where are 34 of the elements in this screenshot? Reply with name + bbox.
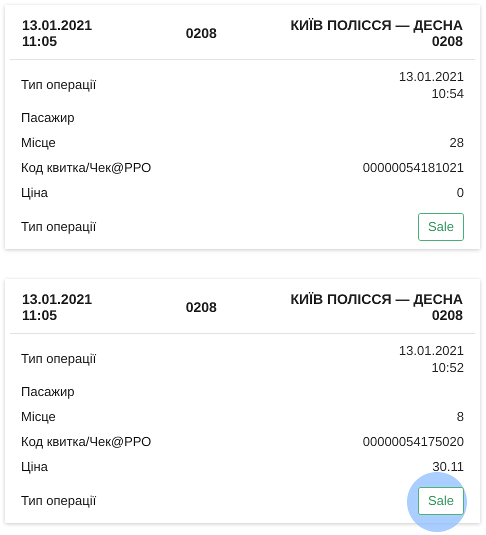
field-label: Пасажир [21,382,74,401]
field-value: 13.01.2021 [398,68,464,85]
ticket-code: 0208 [186,299,217,315]
route-code: 0208 [432,33,463,49]
field-label: Тип операції [21,350,96,368]
field-label: Тип операції [21,76,96,94]
ticket-time: 11:05 [22,307,58,323]
ticket-date: 13.01.2021 [22,291,92,307]
field-value: 00000054181021 [362,159,464,176]
ticket-date: 13.01.2021 [22,17,92,33]
field-value: 00000054175020 [362,433,464,450]
field-value: 30.11 [432,458,464,475]
ticket-time: 11:05 [22,33,58,49]
field-label: Код квитка/Чек@РРО [21,158,152,177]
field-value: 13.01.2021 [398,342,464,359]
field-label: Тип операції [21,492,96,510]
sale-button[interactable]: Sale [418,213,464,241]
field-label: Місце [21,134,56,152]
field-value: 8 [456,408,464,425]
field-value: 0 [456,184,464,201]
route-name: КИЇВ ПОЛІССЯ — ДЕСНА [290,291,463,307]
field-value: 10:54 [431,85,464,102]
route-name: КИЇВ ПОЛІССЯ — ДЕСНА [290,17,463,33]
field-label: Ціна [21,184,48,202]
sale-button[interactable]: Sale [418,487,464,515]
field-label: Місце [21,408,56,426]
field-label: Пасажир [21,108,74,127]
field-value: 28 [450,134,464,151]
route-code: 0208 [432,307,463,323]
field-value: 10:52 [431,359,464,376]
field-label: Ціна [21,458,48,476]
ticket-code: 0208 [186,25,217,41]
field-label: Тип операції [21,218,96,236]
field-label: Код квитка/Чек@РРО [21,432,152,451]
